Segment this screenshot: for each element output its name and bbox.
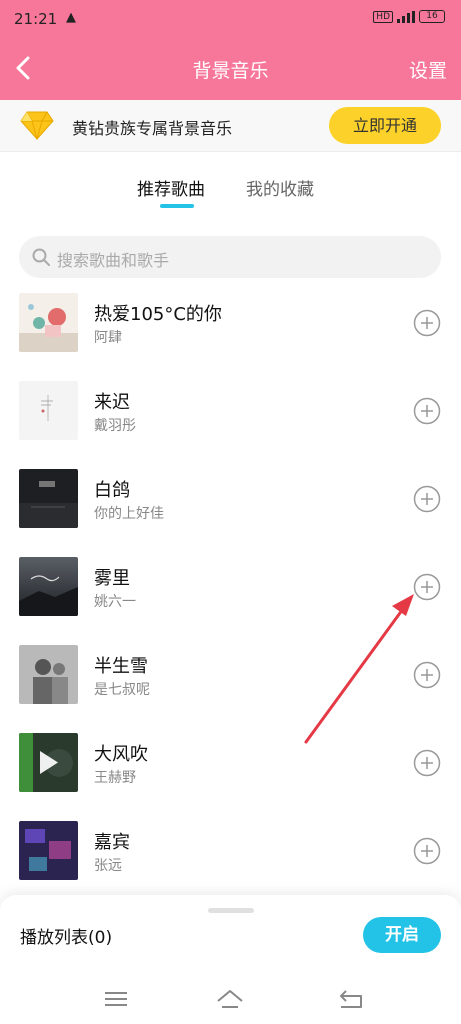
hd-icon: HD xyxy=(373,10,393,23)
album-cover xyxy=(19,293,78,352)
album-cover xyxy=(19,821,78,880)
vip-banner: 黄钻贵族专属背景音乐 立即开通 xyxy=(0,100,461,152)
song-row[interactable]: 雾里 姚六一 xyxy=(0,557,461,637)
tab-indicator xyxy=(160,204,194,208)
song-title: 半生雪 xyxy=(94,656,148,677)
song-title: 白鸽 xyxy=(94,480,130,501)
back-nav-icon[interactable] xyxy=(336,987,366,1011)
song-title: 嘉宾 xyxy=(94,832,130,853)
home-icon[interactable] xyxy=(215,987,245,1011)
album-cover xyxy=(19,645,78,704)
song-artist: 姚六一 xyxy=(94,594,136,610)
add-icon[interactable] xyxy=(413,661,441,689)
search-input[interactable]: 搜索歌曲和歌手 xyxy=(19,236,441,278)
album-cover xyxy=(19,733,78,792)
song-row[interactable]: 热爱105°C的你 阿肆 xyxy=(0,293,461,373)
system-nav-bar xyxy=(0,975,461,1024)
playlist-sheet[interactable]: 播放列表(0) 开启 xyxy=(0,895,461,975)
album-cover xyxy=(19,381,78,440)
battery-icon: 16 xyxy=(419,10,445,23)
tab-favorites[interactable]: 我的收藏 xyxy=(246,175,314,200)
search-placeholder: 搜索歌曲和歌手 xyxy=(57,251,170,270)
add-icon[interactable] xyxy=(413,573,441,601)
song-title: 雾里 xyxy=(94,568,130,589)
song-artist: 张远 xyxy=(94,858,122,874)
navigation-icon: ▲ xyxy=(66,10,76,25)
diamond-icon xyxy=(20,111,54,140)
album-cover xyxy=(19,469,78,528)
song-title: 来迟 xyxy=(94,392,130,413)
song-list: 热爱105°C的你 阿肆 来迟 戴羽彤 白鸽 你的上好佳 雾里 姚六一 半生雪 … xyxy=(0,288,461,898)
add-icon[interactable] xyxy=(413,485,441,513)
song-row[interactable]: 白鸽 你的上好佳 xyxy=(0,469,461,549)
add-icon[interactable] xyxy=(413,837,441,865)
add-icon[interactable] xyxy=(413,397,441,425)
page-title: 背景音乐 xyxy=(192,60,269,82)
menu-icon[interactable] xyxy=(101,987,131,1011)
song-artist: 你的上好佳 xyxy=(94,506,164,522)
song-title: 热爱105°C的你 xyxy=(94,304,222,325)
status-time: 21:21 xyxy=(14,10,58,28)
song-row[interactable]: 半生雪 是七叔呢 xyxy=(0,645,461,725)
song-title: 大风吹 xyxy=(94,744,148,765)
song-artist: 王赫野 xyxy=(94,770,136,786)
start-button[interactable]: 开启 xyxy=(363,917,441,953)
activate-vip-button[interactable]: 立即开通 xyxy=(329,107,441,144)
settings-button[interactable]: 设置 xyxy=(409,56,447,83)
status-indicators: HD 16 xyxy=(373,10,445,23)
playlist-label: 播放列表(0) xyxy=(20,928,113,948)
drag-handle[interactable] xyxy=(208,908,254,913)
song-row[interactable]: 嘉宾 张远 xyxy=(0,821,461,898)
song-row[interactable]: 来迟 戴羽彤 xyxy=(0,381,461,461)
status-bar: 21:21 ▲ HD 16 xyxy=(0,0,461,36)
search-icon xyxy=(32,248,50,266)
song-artist: 阿肆 xyxy=(94,330,122,346)
album-cover xyxy=(19,557,78,616)
add-icon[interactable] xyxy=(413,309,441,337)
tab-recommended[interactable]: 推荐歌曲 xyxy=(137,175,205,200)
header: 背景音乐 设置 xyxy=(0,36,461,100)
song-artist: 是七叔呢 xyxy=(94,682,150,698)
vip-banner-text: 黄钻贵族专属背景音乐 xyxy=(72,119,233,138)
song-artist: 戴羽彤 xyxy=(94,418,136,434)
song-row[interactable]: 大风吹 王赫野 xyxy=(0,733,461,813)
add-icon[interactable] xyxy=(413,749,441,777)
signal-icon xyxy=(397,10,415,23)
